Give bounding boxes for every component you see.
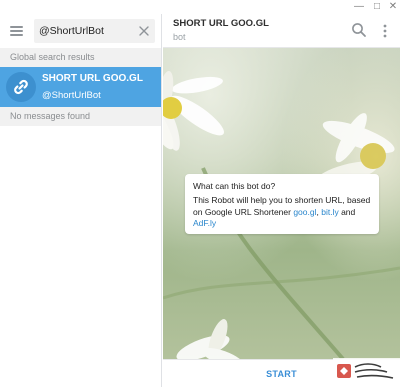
chat-title[interactable]: SHORT URL GOO.GL xyxy=(173,18,269,29)
hamburger-icon xyxy=(10,26,23,28)
link-icon xyxy=(14,79,28,95)
search-result-item[interactable]: SHORT URL GOO.GL @ShortUrlBot xyxy=(0,67,161,107)
messages-header: No messages found xyxy=(0,107,161,126)
bot-info-bubble: What can this bot do? This Robot will he… xyxy=(185,174,379,234)
window-titlebar: — □ ✕ xyxy=(0,0,400,14)
adfly-link[interactable]: AdF.ly xyxy=(193,218,216,228)
bubble-text: This Robot will help you to shorten URL,… xyxy=(193,195,371,228)
menu-button[interactable] xyxy=(8,22,26,40)
maximize-button[interactable]: □ xyxy=(371,1,383,13)
avatar xyxy=(6,72,36,102)
bitly-link[interactable]: bit.ly xyxy=(321,207,338,217)
minimize-button[interactable]: — xyxy=(353,1,365,13)
search-icon[interactable] xyxy=(351,22,367,38)
chat-header: SHORT URL GOO.GL bot xyxy=(163,14,400,48)
result-username: @ShortUrlBot xyxy=(42,90,101,101)
search-box xyxy=(34,19,155,43)
googl-link[interactable]: goo.gl xyxy=(293,207,316,217)
more-options-icon[interactable] xyxy=(380,23,390,39)
chat-status: bot xyxy=(173,32,186,42)
search-input[interactable] xyxy=(39,23,135,39)
result-name: SHORT URL GOO.GL xyxy=(42,73,143,84)
close-window-button[interactable]: ✕ xyxy=(387,1,399,13)
clear-search-icon[interactable] xyxy=(137,24,151,38)
global-search-header: Global search results xyxy=(0,48,161,67)
bubble-title: What can this bot do? xyxy=(193,181,276,191)
sidebar: Global search results SHORT URL GOO.GL @… xyxy=(0,14,162,387)
watermark-logo xyxy=(333,358,400,387)
